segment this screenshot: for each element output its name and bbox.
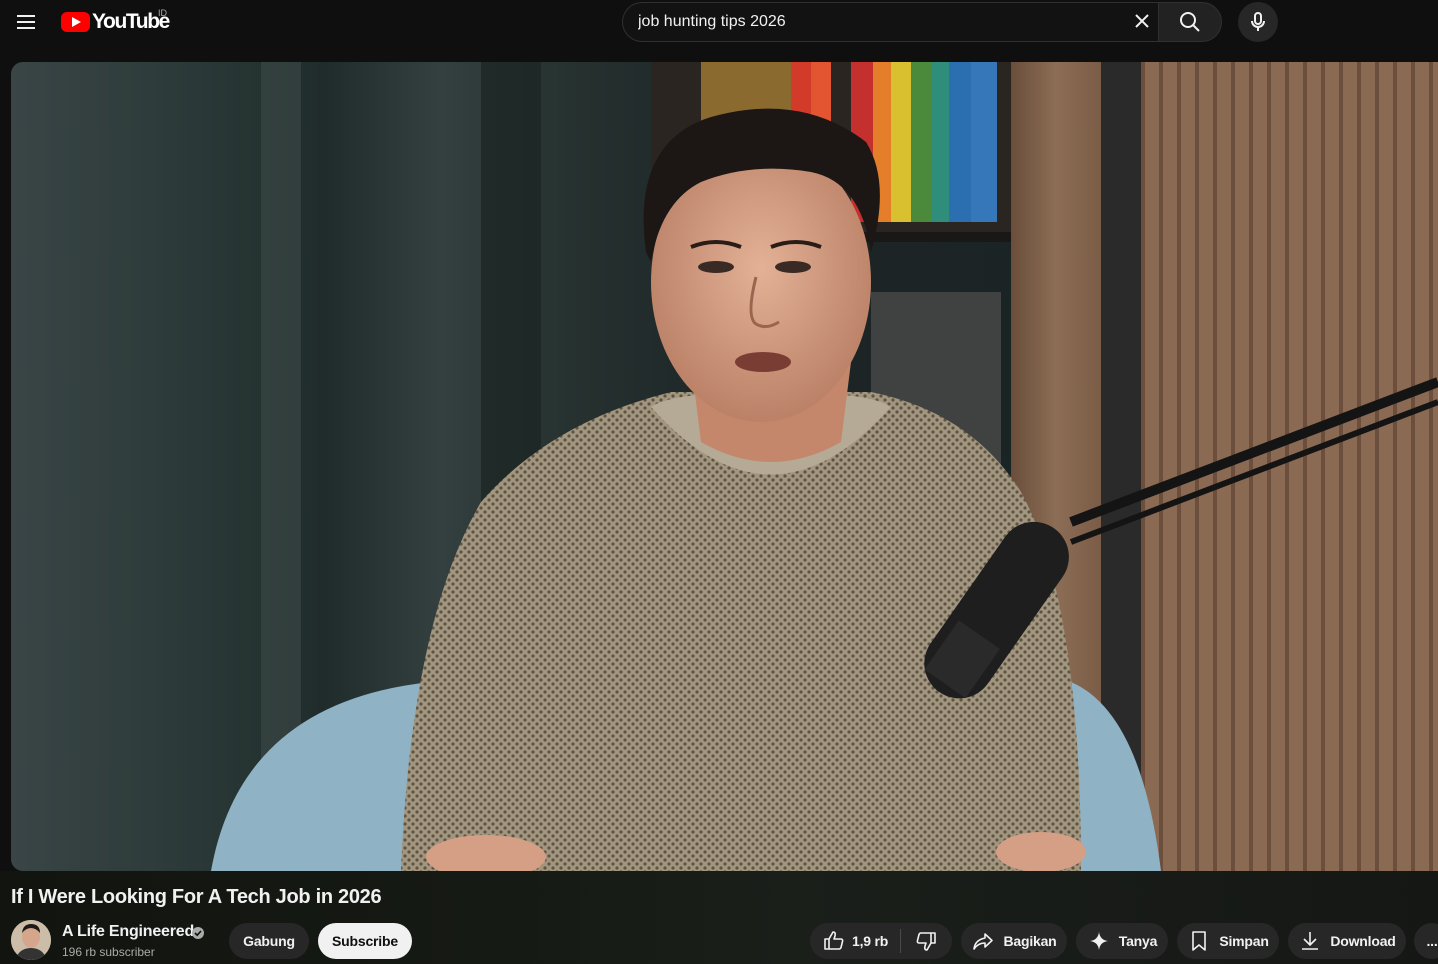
search-box xyxy=(622,2,1158,42)
voice-search-button[interactable] xyxy=(1238,2,1278,42)
country-code: ID xyxy=(158,8,167,18)
share-label: Bagikan xyxy=(1003,933,1057,949)
microphone-icon xyxy=(1251,12,1265,31)
save-button[interactable]: Simpan xyxy=(1177,923,1279,959)
like-dislike-group: 1,9 rb xyxy=(810,923,952,959)
download-icon xyxy=(1302,932,1319,950)
channel-name[interactable]: A Life Engineered xyxy=(62,923,194,941)
verified-badge-icon xyxy=(192,927,204,939)
hamburger-menu-icon xyxy=(17,15,35,29)
download-button[interactable]: Download xyxy=(1288,923,1406,959)
ask-button[interactable]: Tanya xyxy=(1076,923,1168,959)
close-icon xyxy=(1135,14,1149,28)
join-button[interactable]: Gabung xyxy=(229,923,309,959)
subscriber-count: 196 rb subscriber xyxy=(62,945,155,959)
menu-button[interactable] xyxy=(8,6,44,38)
bookmark-icon xyxy=(1192,931,1207,951)
share-icon xyxy=(973,933,994,950)
clear-search-button[interactable] xyxy=(1128,7,1156,35)
search-button[interactable] xyxy=(1158,2,1222,42)
video-frame xyxy=(11,62,1438,871)
dislike-button[interactable] xyxy=(901,923,951,959)
download-label: Download xyxy=(1330,933,1396,949)
thumbs-up-icon xyxy=(824,931,844,950)
video-title: If I Were Looking For A Tech Job in 2026 xyxy=(11,886,382,908)
sparkle-icon xyxy=(1089,932,1108,950)
share-button[interactable]: Bagikan xyxy=(961,923,1067,959)
like-button[interactable]: 1,9 rb xyxy=(810,923,900,959)
search-icon xyxy=(1180,12,1200,32)
thumbs-down-icon xyxy=(916,932,936,951)
search-input[interactable] xyxy=(638,3,1118,41)
channel-avatar[interactable] xyxy=(11,920,51,960)
subscribe-button[interactable]: Subscribe xyxy=(318,923,412,959)
masthead: YouTube ID xyxy=(0,0,1438,56)
more-icon: ... xyxy=(1426,933,1438,949)
avatar-image xyxy=(11,920,51,960)
like-count: 1,9 rb xyxy=(852,933,889,949)
ask-label: Tanya xyxy=(1118,933,1158,949)
youtube-logo[interactable]: YouTube xyxy=(61,10,170,34)
video-player[interactable] xyxy=(11,62,1438,871)
save-label: Simpan xyxy=(1219,933,1269,949)
play-logo-icon xyxy=(61,12,90,32)
